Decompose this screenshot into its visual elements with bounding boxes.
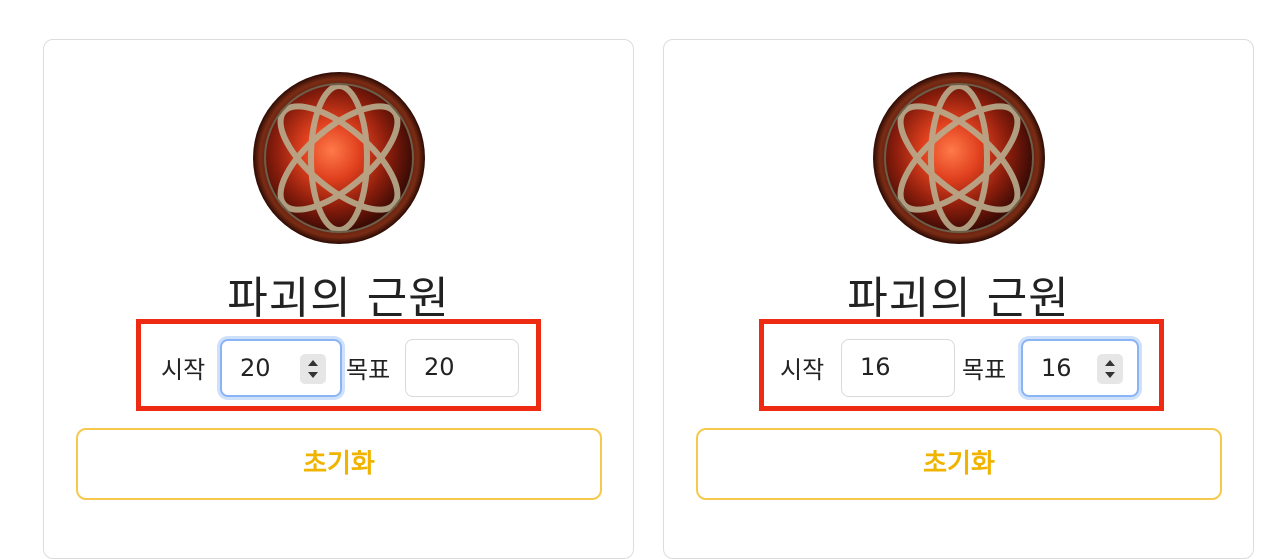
start-level-input[interactable]: 20: [220, 339, 342, 397]
destruction-orb-icon: [252, 71, 426, 245]
start-level-value: 16: [860, 353, 891, 381]
target-label: 목표: [346, 356, 391, 384]
target-label: 목표: [962, 356, 1007, 384]
target-level-value: 20: [424, 353, 455, 381]
target-level-input[interactable]: 20: [405, 339, 519, 397]
target-level-value: 16: [1041, 354, 1072, 382]
reset-button[interactable]: 초기화: [76, 428, 602, 500]
skill-title: 파괴의 근원: [227, 273, 450, 324]
stepper-arrows-icon[interactable]: [1097, 354, 1123, 384]
skill-card-right: 파괴의 근원 시작 16 목표 16 초기화: [663, 39, 1254, 559]
start-label: 시작: [780, 356, 825, 384]
start-level-input[interactable]: 16: [841, 339, 955, 397]
start-level-value: 20: [240, 354, 271, 382]
skill-card-left: 파괴의 근원 시작 20 목표 20 초기화: [43, 39, 634, 559]
stepper-arrows-icon[interactable]: [300, 354, 326, 384]
target-level-input[interactable]: 16: [1021, 339, 1139, 397]
destruction-orb-icon: [872, 71, 1046, 245]
skill-title: 파괴의 근원: [847, 273, 1070, 324]
start-label: 시작: [161, 356, 206, 384]
reset-button[interactable]: 초기화: [696, 428, 1222, 500]
